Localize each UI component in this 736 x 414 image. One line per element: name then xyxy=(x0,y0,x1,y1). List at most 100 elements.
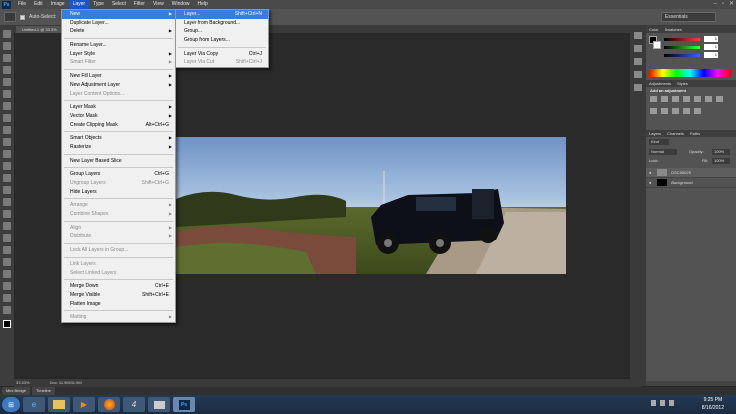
layer-menu-item-rasterize[interactable]: Rasterize ▶ xyxy=(62,143,175,152)
tool-icon[interactable] xyxy=(3,198,11,206)
menu-file[interactable]: File xyxy=(14,0,30,9)
restore-icon[interactable]: ▫ xyxy=(722,0,724,9)
layer-menu-item-create-clipping-mask[interactable]: Create Clipping Mask Alt+Ctrl+G xyxy=(62,121,175,130)
color-balance-icon[interactable] xyxy=(716,96,723,102)
layer-menu-item-merge-visible[interactable]: Merge Visible Shift+Ctrl+E xyxy=(62,291,175,300)
layer-menu-item-align[interactable]: Align ▶ xyxy=(62,224,175,233)
panel-icon[interactable] xyxy=(634,58,642,65)
green-value[interactable]: 1 xyxy=(704,44,718,50)
zoom-level[interactable]: 33.33% xyxy=(16,379,30,387)
menu-help[interactable]: Help xyxy=(194,0,212,9)
layer-menu-item-smart-objects[interactable]: Smart Objects ▶ xyxy=(62,134,175,143)
layer-menu-item-distribute[interactable]: Distribute ▶ xyxy=(62,232,175,241)
document-photo[interactable] xyxy=(176,137,566,274)
menu-type[interactable]: Type xyxy=(89,0,108,9)
black-white-icon[interactable] xyxy=(650,108,657,114)
curves-icon[interactable] xyxy=(672,96,679,102)
tool-icon[interactable] xyxy=(3,234,11,242)
red-slider[interactable] xyxy=(664,38,700,41)
tab-paths[interactable]: Paths xyxy=(690,130,700,137)
taskbar-firefox[interactable] xyxy=(98,397,120,412)
menu-edit[interactable]: Edit xyxy=(30,0,47,9)
network-icon[interactable] xyxy=(660,400,665,406)
tab-color[interactable]: Color xyxy=(649,26,659,33)
tool-icon[interactable] xyxy=(3,66,11,74)
tool-icon[interactable] xyxy=(3,90,11,98)
layer-menu-item-merge-down[interactable]: Merge Down Ctrl+E xyxy=(62,282,175,291)
color-spectrum-bar[interactable] xyxy=(649,69,731,77)
tool-icon[interactable] xyxy=(3,150,11,158)
taskbar-app4[interactable]: 4 xyxy=(123,397,145,412)
toolbox-color-swatches[interactable] xyxy=(3,320,11,328)
layer-menu-item-new-adjustment-layer[interactable]: New Adjustment Layer ▶ xyxy=(62,81,175,90)
blend-mode-dropdown[interactable]: Normal xyxy=(649,149,677,155)
tool-icon[interactable] xyxy=(3,78,11,86)
tool-icon[interactable] xyxy=(3,210,11,218)
opacity-field[interactable]: 100% xyxy=(712,149,730,155)
new-submenu-item-layer-via-copy[interactable]: Layer Via Copy Ctrl+J xyxy=(176,50,268,59)
layer-menu-item-new-fill-layer[interactable]: New Fill Layer ▶ xyxy=(62,72,175,81)
minimize-icon[interactable]: – xyxy=(713,0,716,9)
new-submenu-item-layer-from-background[interactable]: Layer from Background... xyxy=(176,19,268,28)
tool-icon[interactable] xyxy=(3,30,11,38)
tab-styles[interactable]: Styles xyxy=(677,80,688,87)
document-tab[interactable]: Untitled-1 @ 33.3% xyxy=(16,26,63,33)
tool-icon[interactable] xyxy=(3,54,11,62)
tool-icon[interactable] xyxy=(3,222,11,230)
eye-icon[interactable]: ● xyxy=(649,168,654,178)
tool-icon[interactable] xyxy=(3,114,11,122)
layer-menu-item-hide-layers[interactable]: Hide Layers xyxy=(62,188,175,197)
tab-swatches[interactable]: Swatches xyxy=(665,26,682,33)
tab-adjustments[interactable]: Adjustments xyxy=(649,80,671,87)
layer-menu-item-select-linked-layers[interactable]: Select Linked Layers xyxy=(62,269,175,278)
layer-name[interactable]: DSC00029 xyxy=(671,170,691,175)
exposure-icon[interactable] xyxy=(683,96,690,102)
red-value[interactable]: 1 xyxy=(704,36,718,42)
layer-menu-item-ungroup-layers[interactable]: Ungroup Layers Shift+Ctrl+G xyxy=(62,179,175,188)
tab-layers[interactable]: Layers xyxy=(649,130,661,137)
layer-menu-item-delete[interactable]: Delete ▶ xyxy=(62,27,175,36)
workspace-dropdown[interactable]: Essentials xyxy=(661,12,716,22)
tool-icon[interactable] xyxy=(3,102,11,110)
layer-menu-item-vector-mask[interactable]: Vector Mask ▶ xyxy=(62,112,175,121)
layer-menu-item-rename-layer[interactable]: Rename Layer... xyxy=(62,41,175,50)
green-slider[interactable] xyxy=(664,46,700,49)
new-submenu-item-layer-via-cut[interactable]: Layer Via Cut Shift+Ctrl+J xyxy=(176,58,268,67)
hue-saturation-icon[interactable] xyxy=(705,96,712,102)
layer-menu-item-layer-content-options[interactable]: Layer Content Options... xyxy=(62,90,175,99)
tool-icon[interactable] xyxy=(3,306,11,314)
channel-mixer-icon[interactable] xyxy=(672,108,679,114)
auto-select-checkbox[interactable] xyxy=(20,14,25,20)
photo-filter-icon[interactable] xyxy=(661,108,668,114)
layer-menu-item-layer-mask[interactable]: Layer Mask ▶ xyxy=(62,103,175,112)
layer-row[interactable]: ● Background xyxy=(646,178,736,188)
taskbar-media[interactable]: ▶ xyxy=(73,397,95,412)
new-submenu-item-layer[interactable]: Layer... Shift+Ctrl+N xyxy=(176,10,268,19)
menu-select[interactable]: Select xyxy=(108,0,130,9)
layer-menu-item-new[interactable]: New ▶ xyxy=(62,10,175,19)
taskbar-window[interactable] xyxy=(148,397,170,412)
new-submenu-item-group[interactable]: Group... xyxy=(176,27,268,36)
panel-icon[interactable] xyxy=(634,84,642,91)
layer-menu-item-combine-shapes[interactable]: Combine Shapes ▶ xyxy=(62,210,175,219)
eye-icon[interactable]: ● xyxy=(649,178,654,188)
tool-icon[interactable] xyxy=(3,162,11,170)
layer-menu-item-duplicate-layer[interactable]: Duplicate Layer... xyxy=(62,19,175,28)
layer-name[interactable]: Background xyxy=(671,180,692,185)
tool-icon[interactable] xyxy=(3,186,11,194)
taskbar-ie[interactable]: e xyxy=(23,397,45,412)
menu-filter[interactable]: Filter xyxy=(130,0,149,9)
taskbar-explorer[interactable] xyxy=(48,397,70,412)
tool-icon[interactable] xyxy=(3,126,11,134)
menu-view[interactable]: View xyxy=(149,0,168,9)
tool-icon[interactable] xyxy=(3,138,11,146)
layer-menu-item-lock-all-layers-in-group[interactable]: Lock All Layers in Group... xyxy=(62,246,175,255)
tab-mini-bridge[interactable]: Mini Bridge xyxy=(2,387,31,395)
tool-icon[interactable] xyxy=(3,294,11,302)
tool-icon[interactable] xyxy=(3,246,11,254)
layer-menu-item-smart-filter[interactable]: Smart Filter ▶ xyxy=(62,58,175,67)
levels-icon[interactable] xyxy=(661,96,668,102)
panel-icon[interactable] xyxy=(634,71,642,78)
layer-row[interactable]: ● DSC00029 xyxy=(646,168,736,178)
close-icon[interactable]: ✕ xyxy=(729,0,734,9)
